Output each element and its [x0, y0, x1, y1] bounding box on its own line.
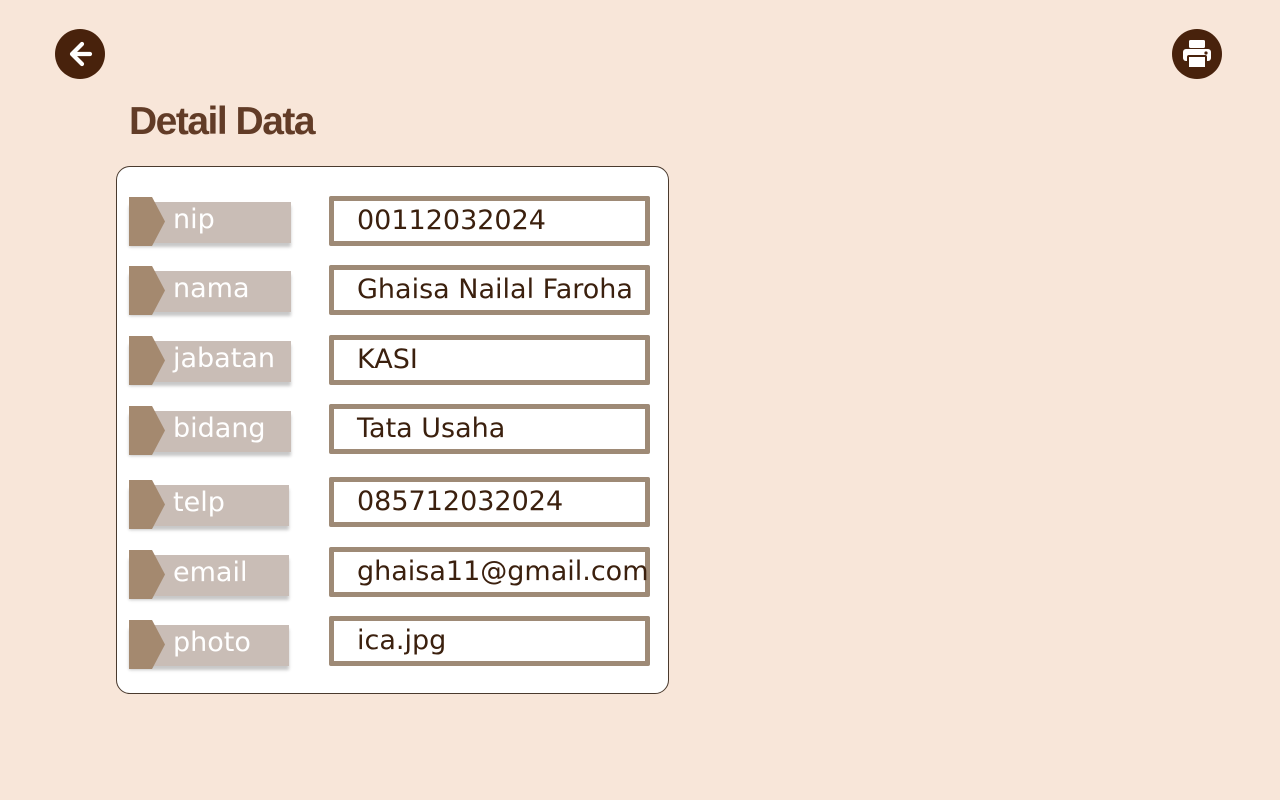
label-text-nama: nama — [173, 273, 250, 304]
printer-icon — [1183, 40, 1211, 69]
value-text-bidang: Tata Usaha — [357, 413, 506, 444]
print-button[interactable] — [1172, 29, 1222, 79]
value-text-telp: 085712032024 — [357, 486, 564, 517]
arrow-left-icon — [69, 41, 93, 67]
value-photo-field: ica.jpg — [329, 616, 650, 666]
value-nip-field: 00112032024 — [329, 196, 650, 246]
label-text-telp: telp — [173, 487, 225, 518]
value-jabatan-field: KASI — [329, 335, 650, 385]
value-text-nama: Ghaisa Nailal Faroha — [357, 274, 633, 305]
value-nama-field: Ghaisa Nailal Faroha — [329, 265, 650, 315]
value-email-field: ghaisa11@gmail.com — [329, 547, 650, 597]
value-text-jabatan: KASI — [357, 344, 418, 375]
value-text-email: ghaisa11@gmail.com — [357, 556, 649, 587]
value-text-photo: ica.jpg — [357, 625, 447, 656]
page-title: Detail Data — [129, 100, 316, 143]
label-text-email: email — [173, 557, 248, 588]
value-text-nip: 00112032024 — [357, 205, 546, 236]
value-telp-field: 085712032024 — [329, 477, 650, 527]
value-bidang-field: Tata Usaha — [329, 404, 650, 454]
label-text-nip: nip — [173, 204, 215, 235]
back-button[interactable] — [55, 29, 105, 79]
label-text-jabatan: jabatan — [173, 343, 275, 374]
label-text-bidang: bidang — [173, 413, 266, 444]
label-text-photo: photo — [173, 627, 251, 658]
